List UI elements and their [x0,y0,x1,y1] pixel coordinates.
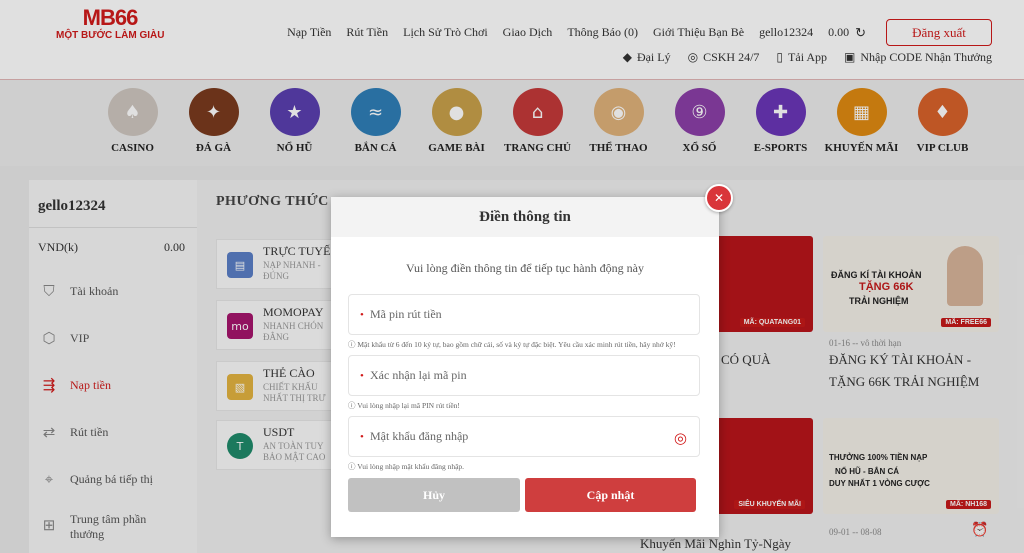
confirm-pin-input[interactable] [349,356,699,395]
update-button[interactable]: Cập nhật [525,478,696,512]
pin-input[interactable] [349,295,699,334]
required-marker: • [360,309,364,321]
pin-hint: ⓘ Mật khẩu từ 6 đến 10 ký tự, bao gồm ch… [348,340,676,349]
eye-slash-icon[interactable]: ◎ [674,429,687,447]
required-marker: • [360,370,364,382]
close-icon[interactable]: ✕ [705,184,733,212]
password-field[interactable]: • ◎ [348,416,700,457]
required-marker: • [360,431,364,443]
confirm-pin-field[interactable]: • [348,355,700,396]
password-hint: ⓘ Vui lòng nhập mật khẩu đăng nhập. [348,462,465,471]
password-input[interactable] [349,417,699,456]
info-modal: Điền thông tin Vui lòng điền thông tin đ… [331,197,719,537]
modal-title: Điền thông tin [331,197,719,237]
modal-subtitle: Vui lòng điền thông tin để tiếp tục hành… [406,261,644,275]
cancel-button[interactable]: Hủy [348,478,520,512]
pin-field[interactable]: • [348,294,700,335]
confirm-pin-hint: ⓘ Vui lòng nhập lại mã PIN rút tiền! [348,401,460,410]
